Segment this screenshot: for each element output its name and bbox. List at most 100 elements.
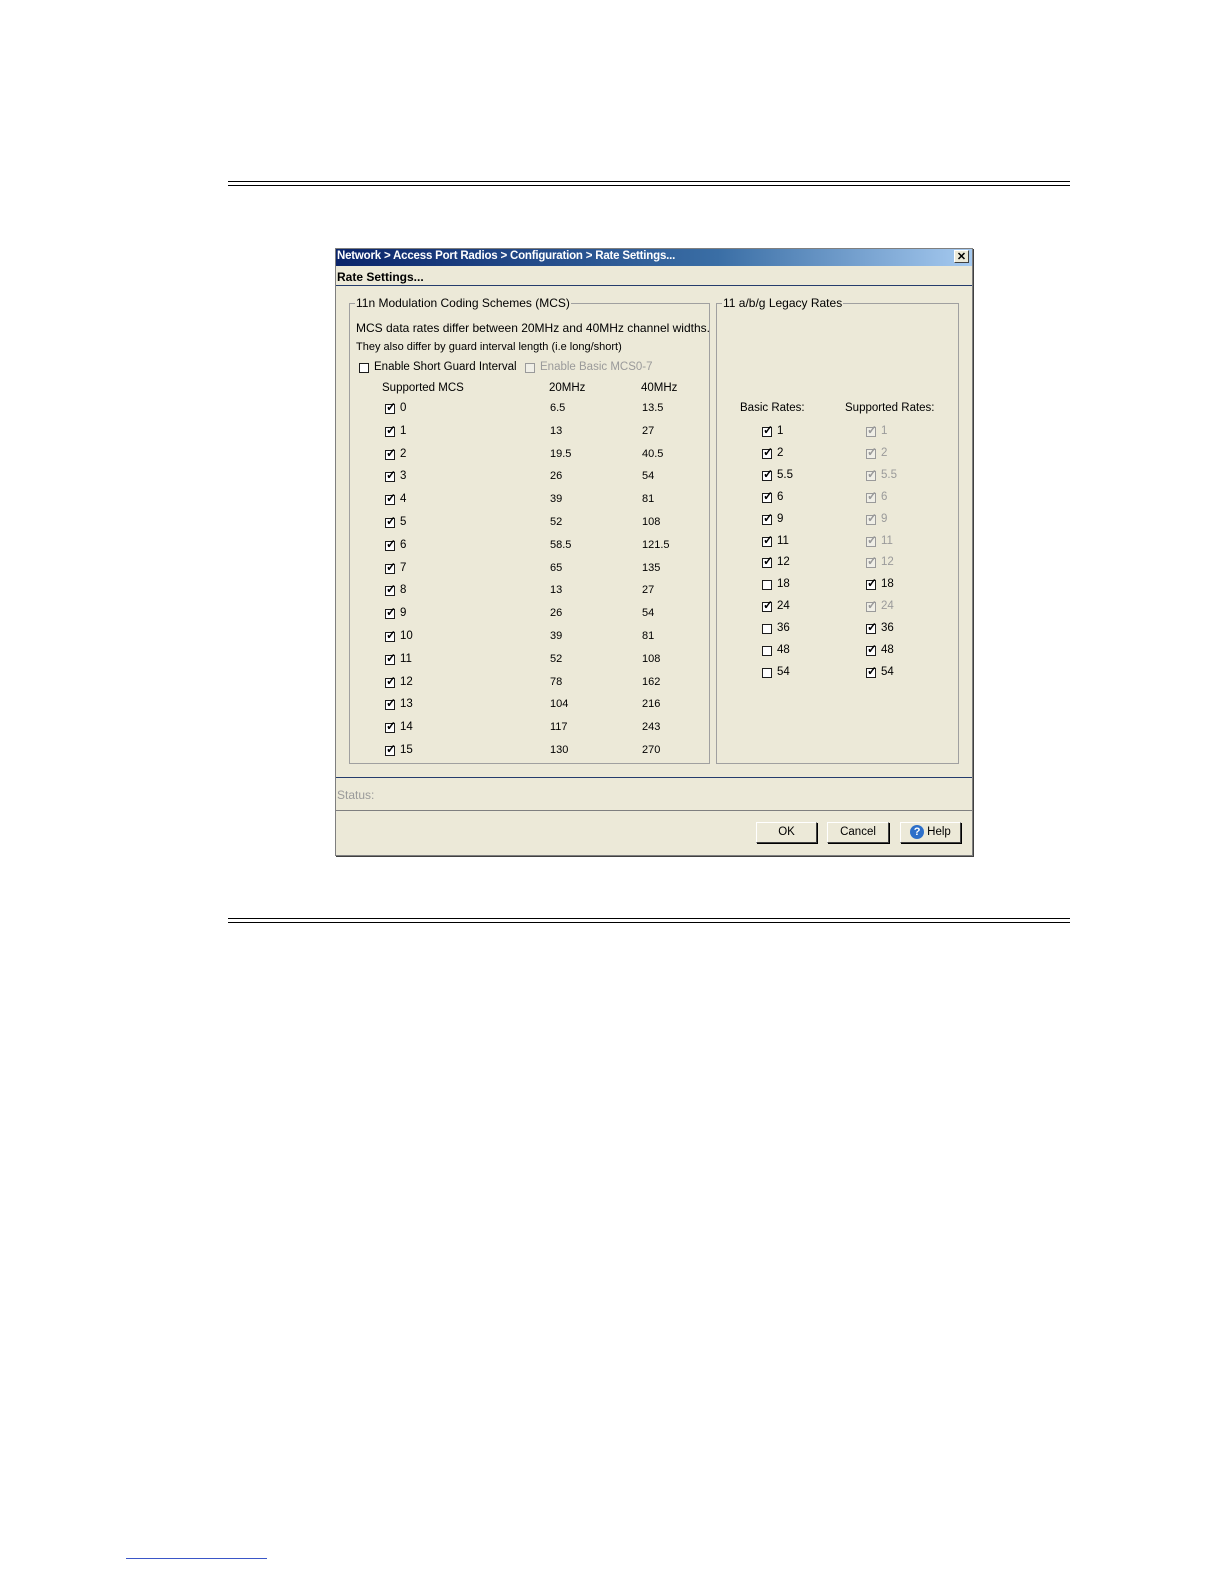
basic-rates-header: Basic Rates:	[740, 402, 805, 414]
check-icon: ✓	[867, 488, 878, 503]
mcs-checkbox[interactable]: ✓	[385, 743, 396, 756]
supported-rate-label: 54	[881, 665, 894, 678]
check-icon: ✓	[867, 620, 878, 635]
mcs-description-1: MCS data rates differ between 20MHz and …	[356, 321, 710, 335]
mcs-checkbox[interactable]: ✓	[385, 422, 397, 437]
basic-mcs-label: Enable Basic MCS0-7	[540, 361, 653, 373]
mcs-checkbox[interactable]: ✓	[385, 583, 396, 597]
supported-rate-checkbox[interactable]: ✓	[866, 488, 878, 503]
mcs-rate-20mhz: 52	[550, 652, 563, 665]
mcs-rate-40mhz: 54	[642, 607, 655, 620]
basic-rate-checkbox[interactable]	[762, 667, 772, 678]
top-page-rule	[228, 181, 1070, 186]
supported-rate-checkbox[interactable]: ✓	[866, 576, 878, 591]
mcs-index: 1	[400, 424, 407, 437]
mcs-checkbox[interactable]: ✓	[385, 515, 396, 528]
mcs-rate-20mhz: 26	[550, 470, 563, 483]
check-icon: ✓	[867, 466, 878, 481]
basic-rate-checkbox[interactable]: ✓	[762, 423, 774, 437]
supported-rate-checkbox[interactable]: ✓	[866, 532, 878, 547]
supported-rate-label: 1	[881, 425, 888, 437]
basic-rate-label: 11	[777, 534, 789, 547]
mcs-rate-40mhz: 54	[642, 470, 655, 483]
close-icon: ✕	[956, 251, 967, 263]
check-icon: ✓	[386, 422, 397, 437]
mcs-checkbox[interactable]: ✓	[385, 401, 396, 414]
mcs-checkbox[interactable]: ✓	[385, 719, 397, 734]
check-icon: ✓	[763, 510, 774, 525]
basic-mcs-checkbox[interactable]	[525, 363, 535, 373]
title-bar[interactable]: Network > Access Port Radios > Configura…	[336, 249, 972, 266]
mcs-checkbox[interactable]: ✓	[385, 697, 396, 711]
mcs-index: 10	[400, 630, 413, 642]
supported-rate-label: 24	[881, 600, 894, 613]
basic-rate-checkbox[interactable]: ✓	[762, 490, 773, 503]
check-icon: ✓	[867, 532, 878, 547]
basic-rate-label: 6	[777, 490, 784, 503]
basic-rate-checkbox[interactable]	[762, 624, 772, 635]
mcs-checkbox[interactable]: ✓	[385, 469, 396, 483]
bottom-page-rule	[228, 918, 1070, 923]
basic-rate-checkbox[interactable]	[762, 580, 772, 591]
mcs-index: 9	[400, 607, 407, 620]
mcs-checkbox[interactable]: ✓	[385, 447, 396, 460]
basic-rate-checkbox[interactable]: ✓	[762, 444, 774, 459]
check-icon: ✓	[867, 576, 878, 591]
basic-rate-label: 2	[777, 446, 784, 459]
cancel-button[interactable]: Cancel	[827, 822, 889, 843]
ok-button[interactable]: OK	[756, 822, 817, 843]
basic-rate-checkbox[interactable]: ✓	[762, 555, 773, 569]
mhz20-header: 20MHz	[549, 382, 586, 394]
mcs-rate-40mhz: 81	[642, 630, 655, 642]
mcs-index: 5	[400, 516, 407, 528]
mcs-index: 7	[400, 561, 407, 574]
mcs-checkbox[interactable]: ✓	[385, 652, 396, 665]
help-button[interactable]: ? Help	[900, 822, 961, 843]
mcs-checkbox[interactable]: ✓	[385, 606, 396, 620]
mcs-rate-40mhz: 13.5	[642, 402, 664, 414]
check-icon: ✓	[763, 444, 774, 459]
supported-rate-label: 6	[881, 490, 888, 503]
basic-rate-checkbox[interactable]: ✓	[762, 599, 773, 613]
supported-rate-checkbox[interactable]: ✓	[866, 663, 878, 678]
check-icon: ✓	[763, 423, 774, 437]
supported-rate-label: 18	[881, 578, 894, 591]
mcs-checkbox[interactable]: ✓	[385, 675, 396, 688]
short-guard-label: Enable Short Guard Interval	[374, 361, 517, 373]
basic-rate-checkbox[interactable]	[762, 646, 772, 656]
mcs-rate-20mhz: 130	[550, 744, 569, 756]
basic-rate-checkbox[interactable]: ✓	[762, 534, 773, 547]
dialog-subtitle: Rate Settings...	[337, 270, 424, 284]
mcs-index: 6	[400, 538, 407, 551]
mcs-group-legend: 11n Modulation Coding Schemes (MCS)	[355, 296, 571, 310]
mcs-index: 8	[400, 584, 407, 597]
mcs-checkbox[interactable]: ✓	[385, 629, 396, 642]
supported-rate-checkbox[interactable]: ✓	[866, 512, 877, 525]
basic-rate-label: 9	[777, 512, 784, 525]
close-button[interactable]: ✕	[954, 250, 969, 263]
supported-rate-checkbox[interactable]: ✓	[866, 620, 878, 635]
supported-rate-checkbox[interactable]: ✓	[866, 555, 877, 569]
basic-rate-checkbox[interactable]: ✓	[762, 510, 774, 525]
short-guard-checkbox[interactable]	[359, 363, 369, 373]
check-icon: ✓	[386, 719, 397, 734]
mcs-rate-40mhz: 40.5	[642, 447, 664, 460]
supported-rate-label: 2	[881, 446, 888, 459]
supported-rates-header: Supported Rates:	[845, 402, 935, 414]
legacy-group-legend: 11 a/b/g Legacy Rates	[722, 296, 844, 310]
mcs-rate-20mhz: 6.5	[550, 402, 566, 414]
check-icon: ✓	[867, 663, 878, 678]
mcs-group: 11n Modulation Coding Schemes (MCS) MCS …	[349, 296, 710, 764]
mcs-checkbox[interactable]: ✓	[385, 561, 396, 574]
supported-rate-checkbox[interactable]: ✓	[866, 466, 878, 481]
mcs-description-2: They also differ by guard interval lengt…	[356, 341, 622, 353]
mcs-rate-20mhz: 52	[550, 516, 563, 528]
supported-rate-checkbox[interactable]: ✓	[866, 599, 877, 613]
mcs-checkbox[interactable]: ✓	[385, 538, 396, 551]
basic-rate-checkbox[interactable]: ✓	[762, 468, 773, 481]
mcs-checkbox[interactable]: ✓	[385, 492, 396, 506]
supported-rate-checkbox[interactable]: ✓	[866, 643, 877, 656]
supported-rate-checkbox[interactable]: ✓	[866, 446, 877, 459]
mcs-rate-40mhz: 81	[642, 493, 655, 506]
supported-rate-checkbox[interactable]: ✓	[866, 424, 877, 437]
